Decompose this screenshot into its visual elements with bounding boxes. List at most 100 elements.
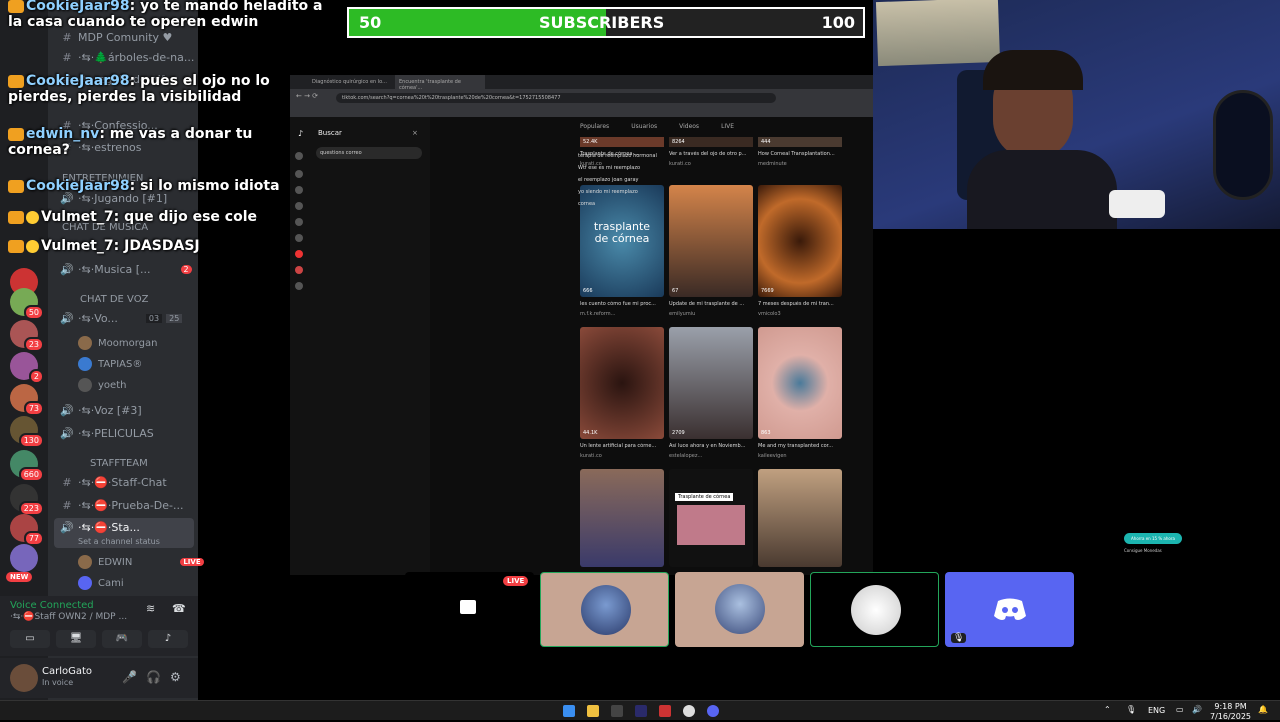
user-status: In voice [42, 678, 74, 687]
gear-icon[interactable]: ⚙ [170, 670, 181, 684]
explore-icon[interactable] [295, 186, 303, 194]
server-icon[interactable]: 660 [10, 450, 44, 482]
upload-icon[interactable] [295, 250, 303, 258]
channel-voz3[interactable]: 🔊 ·⇆·Voz [#3] [60, 404, 142, 417]
tiktok-logo-icon[interactable]: ♪ [298, 129, 303, 138]
category-staffteam[interactable]: StaffTeam [90, 458, 148, 469]
channel-item[interactable]: # MDP Comunity ♥ [60, 31, 172, 44]
related-item[interactable]: terapia de reemplazo hormonal [578, 153, 657, 159]
url-input[interactable]: tiktok.com/search?q=cornea%20t%20traspla… [336, 93, 776, 103]
home-icon[interactable] [295, 170, 303, 178]
disconnect-icon[interactable]: ☎ [172, 602, 186, 615]
voice-user-cami[interactable]: Cami [78, 576, 124, 590]
server-icon[interactable]: 2 [10, 352, 44, 384]
related-item[interactable]: el reemplazo joan garay [578, 177, 657, 183]
badge-icon [8, 127, 24, 141]
soundboard-button[interactable]: ♪ [148, 630, 188, 648]
mic-tray-icon[interactable]: 🎙 [1126, 705, 1136, 714]
tab-active[interactable]: Encuentra 'trasplante de córnea'... [395, 75, 485, 91]
voice-user[interactable]: Moomorgan [78, 336, 157, 350]
file-explorer-icon[interactable] [587, 705, 599, 717]
video-author: vmicolo3 [758, 311, 781, 317]
server-icon[interactable]: 23 [10, 320, 44, 352]
channel-voz[interactable]: 🔊 ·⇆·Vo... 03 25 [60, 312, 183, 325]
related-item[interactable]: cornea [578, 201, 657, 207]
tab-live[interactable]: LIVE [721, 123, 734, 130]
voice-user[interactable]: yoeth [78, 378, 126, 392]
related-item[interactable]: Wtf ese es mi reemplazo [578, 165, 657, 171]
following-icon[interactable] [295, 202, 303, 210]
video-thumb[interactable] [580, 469, 664, 567]
video-thumb[interactable]: Trasplante de córnea [669, 469, 753, 567]
avatar[interactable] [10, 664, 38, 692]
chrome-icon[interactable] [683, 705, 695, 717]
search-input[interactable]: questions correo [316, 147, 422, 159]
channel-item[interactable]: # ·⇆·🌲árboles-de-na... [60, 51, 194, 64]
participant-tile[interactable] [675, 572, 804, 647]
close-icon[interactable]: × [412, 129, 418, 137]
live-icon[interactable] [295, 234, 303, 242]
camera-off-button[interactable]: ▭ [10, 630, 50, 648]
app-icon[interactable] [611, 705, 623, 717]
notification-icon[interactable]: 🔔 [1258, 705, 1268, 714]
video-caption: 7 meses después de mi tran... [758, 301, 834, 307]
channel-sta[interactable]: 🔊 ·⇆·⛔·Sta... [60, 521, 140, 534]
set-status[interactable]: Set a channel status [78, 537, 160, 546]
category-chat-voz[interactable]: Chat de voz [80, 294, 148, 305]
server-icon[interactable]: 73 [10, 384, 44, 416]
start-icon[interactable] [563, 705, 575, 717]
video-thumb[interactable]: 52.4K [580, 137, 664, 147]
channel-peliculas[interactable]: 🔊 ·⇆·PELICULAS [60, 427, 154, 440]
friends-icon[interactable] [295, 218, 303, 226]
volume-icon[interactable]: 🔊 [1192, 705, 1202, 714]
premiere-icon[interactable] [635, 705, 647, 717]
participant-tile[interactable]: 🎙 [945, 572, 1074, 647]
promo-button[interactable]: Ahorra en 15 % ahora [1124, 533, 1182, 544]
participant-tile[interactable] [540, 572, 669, 647]
more-icon[interactable] [295, 282, 303, 290]
discord-taskbar-icon[interactable] [707, 705, 719, 717]
language-indicator[interactable]: ENG [1148, 706, 1165, 715]
video-author: estelalopez... [669, 453, 703, 459]
voice-user[interactable]: TAPIAS® [78, 357, 142, 371]
related-item[interactable]: yo siendo mi reemplazo [578, 189, 657, 195]
video-thumb[interactable]: 67 [669, 185, 753, 297]
clock[interactable]: 9:18 PM 7/16/2025 [1210, 702, 1251, 722]
video-thumb[interactable]: 7669 [758, 185, 842, 297]
server-icon[interactable]: 77 [10, 514, 44, 546]
tray-chevron-icon[interactable]: ⌃ [1104, 705, 1111, 714]
screen-share-tile[interactable]: LIVE [405, 572, 534, 647]
capcut-icon[interactable] [659, 705, 671, 717]
tab-usuarios[interactable]: Usuarios [631, 123, 657, 130]
video-thumb[interactable]: 44.1K [580, 327, 664, 439]
channel-staff-chat[interactable]: # ·⇆·⛔·Staff-Chat [60, 476, 166, 489]
voice-server-label[interactable]: ·⇆·⛔Staff OWN2 / MDP ... [10, 612, 127, 622]
tab-populares[interactable]: Populares [580, 123, 609, 130]
mic-icon[interactable]: 🎤 [122, 670, 137, 684]
noise-suppression-icon[interactable]: ≋ [146, 602, 155, 615]
video-caption: Me and my transplanted cor... [758, 443, 834, 449]
video-thumb[interactable]: 2709 [669, 327, 753, 439]
participant-tile[interactable] [810, 572, 939, 647]
activity-button[interactable]: 🎮 [102, 630, 142, 648]
headphones-icon[interactable]: 🎧 [146, 670, 161, 684]
video-thumb[interactable] [758, 469, 842, 567]
server-icon[interactable]: 50 [10, 288, 44, 320]
voice-user-edwin[interactable]: EDWIN LIVE [78, 555, 204, 569]
video-thumb[interactable]: 863 [758, 327, 842, 439]
screen-share-button[interactable]: 🖥 [56, 630, 96, 648]
profile-icon[interactable] [295, 266, 303, 274]
channel-musica[interactable]: 🔊 ·⇆·Musica [... 2 [60, 263, 192, 276]
coins-button[interactable]: Consigue Monedas [1124, 548, 1162, 553]
search-icon[interactable] [295, 152, 303, 160]
server-icon[interactable]: 130 [10, 416, 44, 448]
nav-arrows-icon[interactable]: ← → ⟳ [296, 92, 318, 100]
video-thumb[interactable]: 444 [758, 137, 842, 147]
network-icon[interactable]: ▭ [1176, 705, 1184, 714]
channel-prueba[interactable]: # ·⇆·⛔·Prueba-De-... [60, 499, 183, 512]
tab[interactable]: Diagnóstico quirúrgico en lo... [312, 79, 387, 85]
tab-videos[interactable]: Videos [679, 123, 699, 130]
server-icon[interactable] [10, 544, 38, 572]
video-thumb[interactable]: 8264 [669, 137, 753, 147]
server-icon[interactable]: 223 [10, 484, 44, 516]
